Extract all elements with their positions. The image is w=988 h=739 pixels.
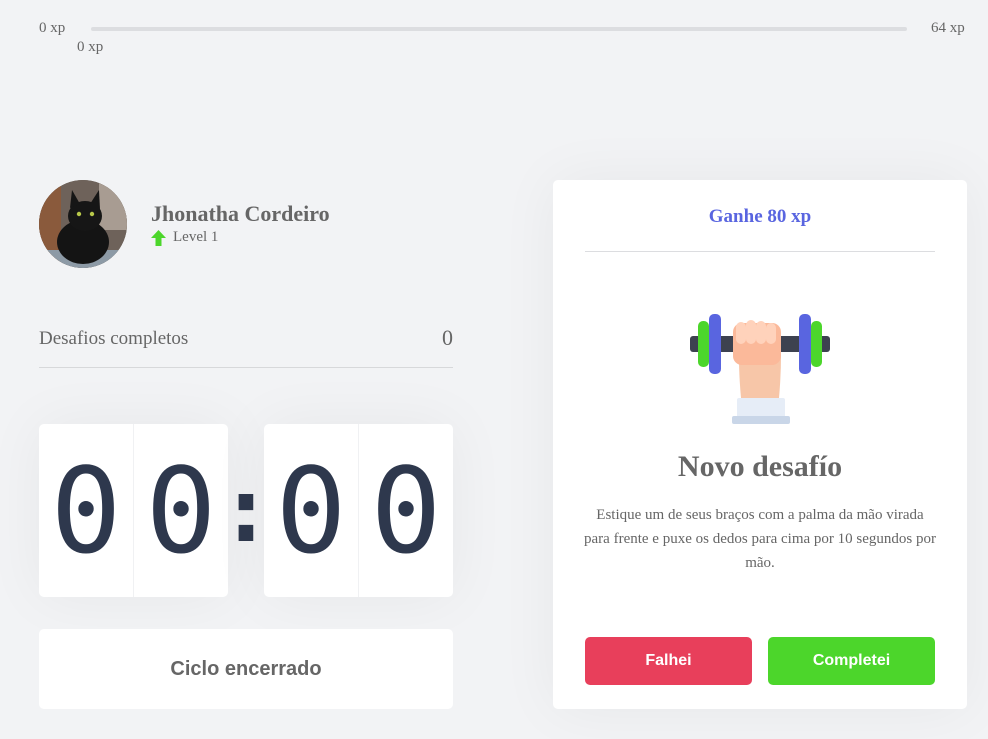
completed-challenges-label: Desafios completos	[39, 328, 189, 349]
xp-progress-track	[91, 27, 907, 31]
level-label: Level 1	[173, 229, 219, 245]
cycle-ended-button[interactable]: Ciclo encerrado	[39, 629, 453, 709]
experience-bar: 0 xp 0 xp 64 xp	[0, 0, 988, 70]
second-digit-right: 0	[358, 424, 453, 597]
challenge-description: Estique um de seus braços com a palma da…	[584, 507, 936, 571]
failed-button[interactable]: Falhei	[585, 637, 752, 685]
level-up-arrow-icon	[151, 229, 166, 246]
minutes-display: 0 0	[39, 424, 228, 597]
countdown: 0 0 : 0 0	[39, 424, 453, 597]
seconds-display: 0 0	[264, 424, 453, 597]
minute-digit-left: 0	[50, 441, 122, 580]
minute-digit-right: 0	[133, 424, 228, 597]
dumbbell-hand-icon	[690, 314, 830, 424]
countdown-separator: :	[218, 458, 274, 563]
challenge-title: Novo desafío	[677, 450, 843, 483]
completed-button[interactable]: Completei	[768, 637, 935, 685]
avatar	[39, 180, 127, 268]
xp-max-label: 64 xp	[931, 20, 965, 36]
second-digit-left: 0	[275, 441, 347, 580]
profile-level: Level 1	[151, 229, 218, 246]
completed-challenges: Desafios completos 0	[39, 320, 453, 368]
xp-current-label: 0 xp	[77, 39, 104, 55]
cat-photo-avatar	[39, 180, 127, 268]
completed-challenges-count: 0	[442, 325, 453, 350]
challenge-card: Ganhe 80 xp Novo desafío Estique um de s…	[553, 180, 967, 709]
challenge-reward-header: Ganhe 80 xp	[585, 180, 935, 252]
xp-min-label: 0 xp	[39, 20, 66, 36]
challenge-actions: Falhei Completei	[585, 637, 935, 685]
profile-name: Jhonatha Cordeiro	[151, 201, 330, 226]
